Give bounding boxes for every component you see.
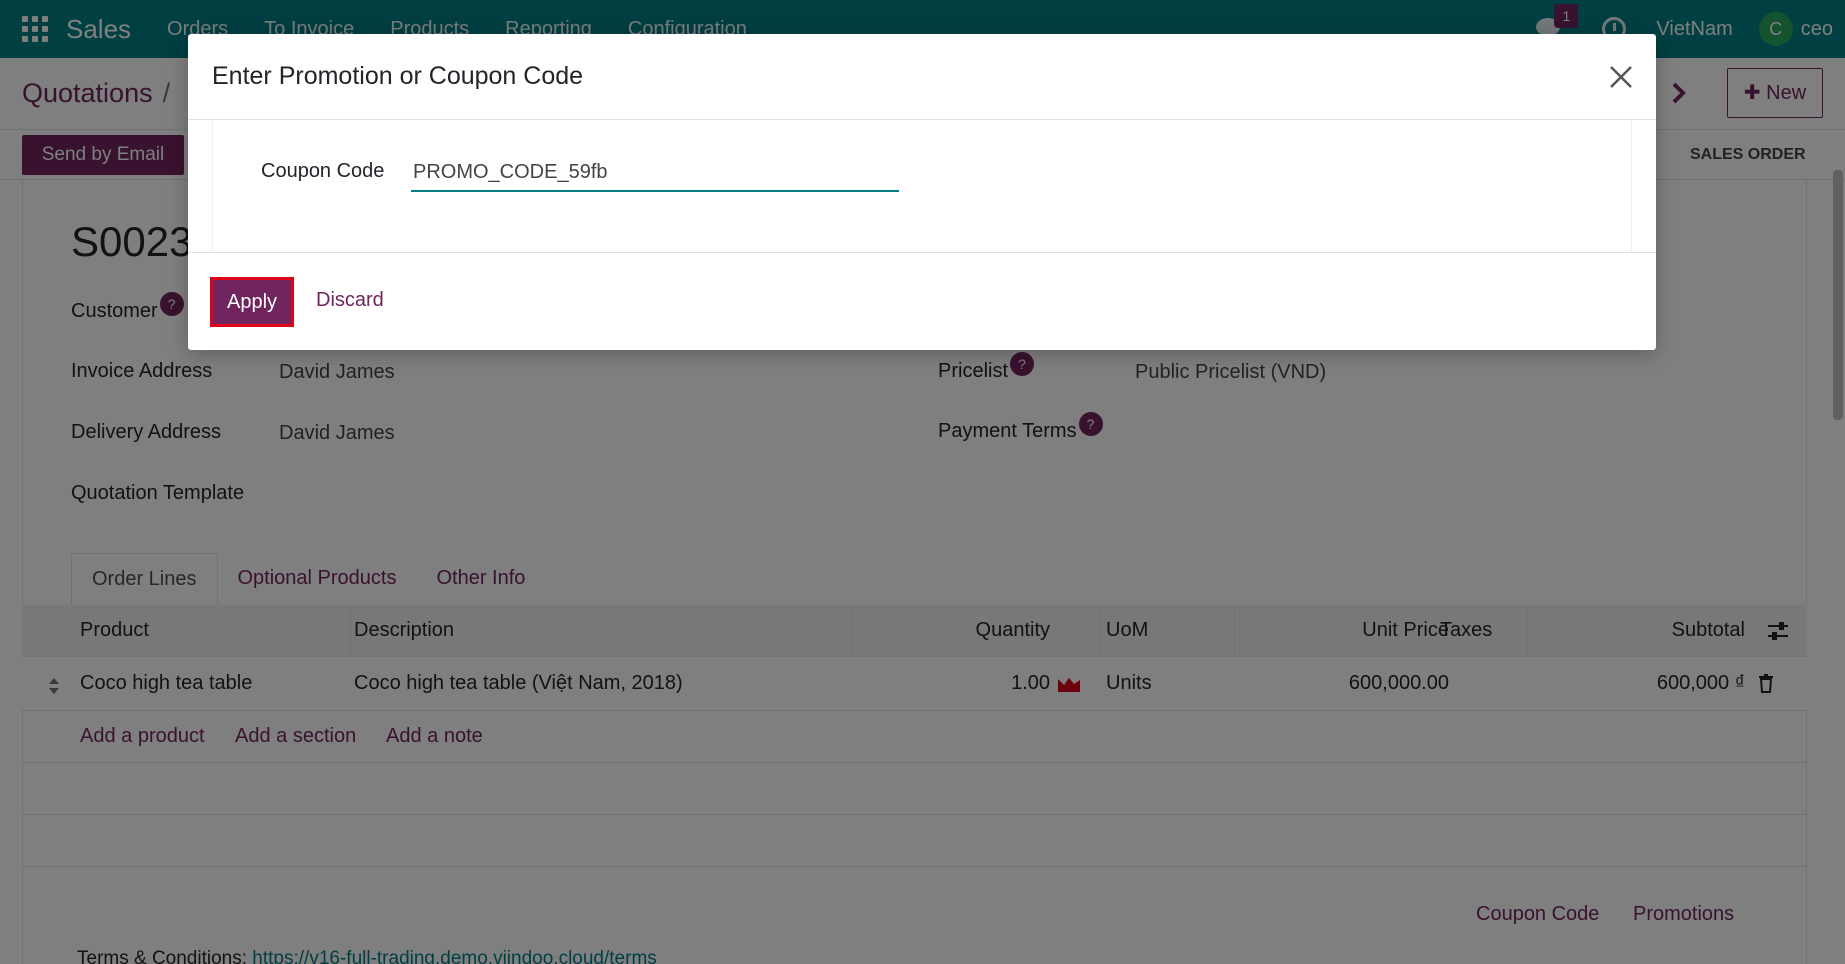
dialog-title: Enter Promotion or Coupon Code bbox=[212, 62, 584, 90]
coupon-code-dialog: Enter Promotion or Coupon Code Coupon Co… bbox=[188, 34, 1656, 350]
close-icon[interactable] bbox=[1608, 64, 1634, 90]
dialog-body: Coupon Code bbox=[212, 120, 1632, 252]
dialog-header: Enter Promotion or Coupon Code bbox=[188, 34, 1656, 120]
dialog-footer: Apply Discard bbox=[188, 252, 1656, 350]
discard-button[interactable]: Discard bbox=[316, 289, 384, 312]
coupon-code-input[interactable] bbox=[411, 154, 899, 192]
coupon-code-label: Coupon Code bbox=[261, 160, 385, 182]
apply-button[interactable]: Apply bbox=[210, 277, 294, 327]
